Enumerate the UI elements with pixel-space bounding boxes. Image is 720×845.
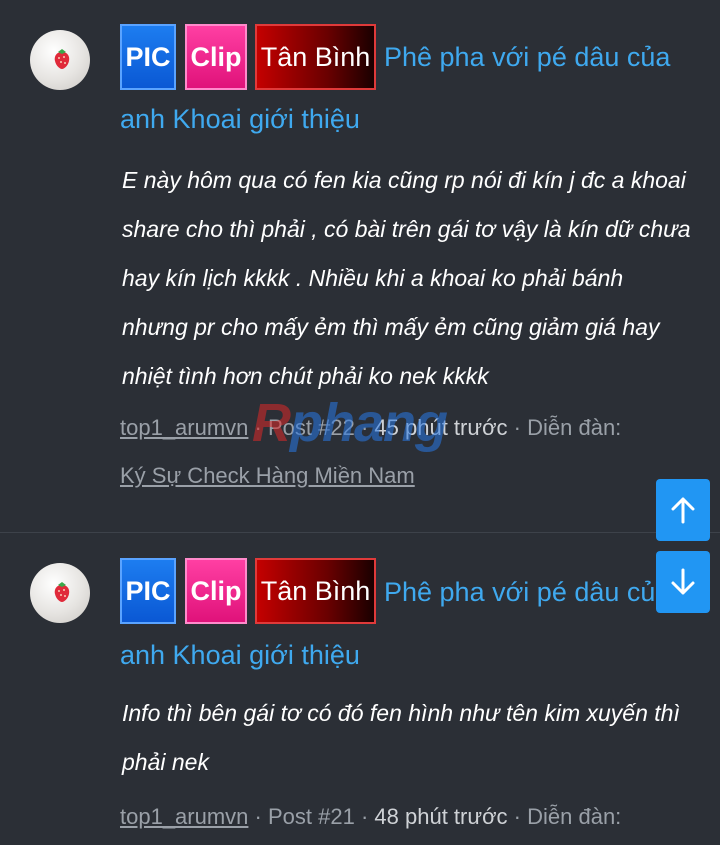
post-snippet: E này hôm qua có fen kia cũng rp nói đi … — [122, 167, 691, 389]
strawberry-icon — [54, 49, 70, 69]
prefix-badge-area[interactable]: Tân Bình — [255, 558, 376, 624]
site-watermark-logo: Rphang — [252, 393, 448, 453]
post-time: 48 phút trước — [374, 804, 508, 829]
forum-label: Diễn đàn: — [527, 415, 622, 440]
thread-title-link[interactable]: Phê pha với pé dâu của — [384, 40, 670, 74]
thread-item: PIC Clip Tân Bình Phê pha với pé dâu của… — [0, 533, 720, 845]
avatar[interactable] — [30, 563, 90, 623]
thread-title-link[interactable]: Phê pha với pé dâu của — [384, 575, 670, 609]
scroll-down-button[interactable] — [656, 551, 710, 613]
prefix-badge-clip[interactable]: Clip — [185, 24, 247, 90]
thread-title-link-cont[interactable]: anh Khoai giới thiệu — [120, 102, 360, 136]
separator: · — [513, 804, 521, 829]
post-number[interactable]: Post #21 — [268, 804, 355, 829]
post-meta: top1_arumvn · Post #21 · 48 phút trước ·… — [120, 793, 680, 841]
strawberry-icon — [54, 582, 70, 602]
separator: · — [360, 804, 369, 829]
separator: · — [513, 415, 521, 440]
avatar[interactable] — [30, 30, 90, 90]
forum-label: Diễn đàn: — [527, 804, 622, 829]
username-link[interactable]: top1_arumvn — [120, 415, 248, 440]
username-link[interactable]: top1_arumvn — [120, 804, 248, 829]
separator: · — [254, 804, 262, 829]
prefix-badge-area[interactable]: Tân Bình — [255, 24, 376, 90]
arrow-up-icon — [671, 497, 695, 524]
prefix-badge-pic[interactable]: PIC — [120, 24, 176, 90]
arrow-down-icon — [671, 568, 695, 595]
thread-title-link-cont[interactable]: anh Khoai giới thiệu — [120, 638, 360, 672]
forum-link[interactable]: Ký Sự Check Hàng Miền Nam — [120, 463, 415, 488]
scroll-up-button[interactable] — [656, 479, 710, 541]
prefix-badge-clip[interactable]: Clip — [185, 558, 247, 624]
prefix-badge-pic[interactable]: PIC — [120, 558, 176, 624]
post-snippet: Info thì bên gái tơ có đó fen hình như t… — [122, 700, 680, 775]
